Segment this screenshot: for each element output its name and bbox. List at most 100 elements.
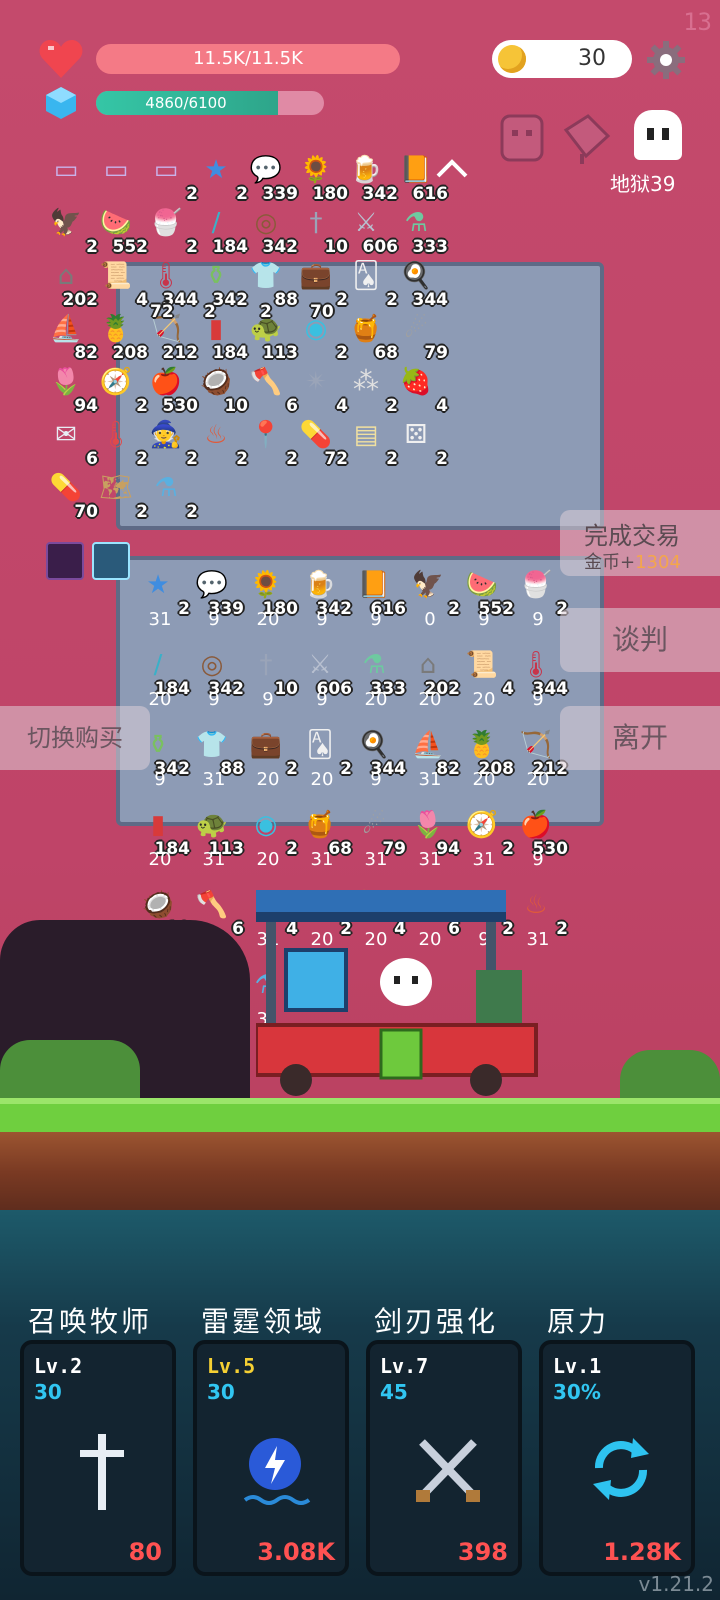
inventory-item[interactable]: 🗺 2 (94, 468, 148, 522)
inventory-item[interactable]: ✉ 6 (44, 415, 98, 469)
inventory-item[interactable]: ✴ 4 (294, 362, 348, 416)
inventory-item[interactable]: ⚗ 333 (394, 203, 448, 257)
item-icon: 🂡 (352, 261, 380, 291)
shop-item[interactable]: 🍺 342 (298, 565, 352, 619)
inventory-item[interactable]: 🍯 68 (344, 309, 398, 363)
inventory-item[interactable]: † 10 (294, 203, 349, 257)
switch-buy-button[interactable]: 切换购买 (0, 706, 150, 770)
inventory-item[interactable]: 📜 4 (94, 256, 148, 310)
shop-item[interactable]: 🂡 2 (298, 725, 352, 779)
inventory-item[interactable]: 🍓 4 (394, 362, 448, 416)
shop-item[interactable]: /184 (136, 645, 190, 699)
negotiate-button[interactable]: 谈判 (560, 608, 720, 672)
light-relic-icon[interactable] (92, 542, 130, 580)
shop-item[interactable]: 🍉 552 (460, 565, 514, 619)
inventory-item[interactable]: 📙 616 (394, 150, 448, 204)
item-icon: ♨ (204, 420, 228, 450)
shop-item[interactable]: ⚗ 333 (352, 645, 406, 699)
inventory-item[interactable]: 🍉 552 (94, 203, 148, 257)
inventory-item[interactable]: 🌡 2 (94, 415, 148, 469)
shop-item[interactable]: ★ 2 (136, 565, 190, 619)
shop-item[interactable]: 🐢 113 (190, 805, 244, 859)
shop-item[interactable]: 🍍 208 (460, 725, 514, 779)
item-icon: 🂡 (306, 730, 334, 760)
inventory-item[interactable]: 🪓 6 (244, 362, 298, 416)
inventory-item[interactable]: 🍺 342 (344, 150, 398, 204)
settings-gear-icon[interactable] (646, 40, 686, 80)
inventory-item[interactable]: 👕 88 (244, 256, 298, 310)
skill-card[interactable]: Lv.2 30 80 (20, 1340, 176, 1576)
shop-item[interactable]: 👕 88 (190, 725, 244, 779)
shop-item[interactable]: ◉ 2 (244, 805, 298, 859)
shop-item[interactable]: 🌡 344 (514, 645, 568, 699)
inventory-item[interactable]: ⌂ 202 (44, 256, 98, 310)
inventory-item[interactable]: ⛵ 82 (44, 309, 98, 363)
inventory-item[interactable]: 🍳 344 (394, 256, 448, 310)
shop-item[interactable]: † 10 (244, 645, 299, 699)
shop-item[interactable]: 🍯 68 (298, 805, 352, 859)
complete-trade-button[interactable]: 完成交易 金币+1304 (560, 510, 720, 576)
dark-relic-icon[interactable] (46, 542, 84, 580)
trade-reward: 金币+1304 (584, 548, 681, 574)
inventory-item[interactable]: 🌻 180 (294, 150, 348, 204)
inventory-item[interactable]: ⚗ 2 (144, 468, 198, 522)
skill-name: 雷霆领域 (201, 1305, 326, 1338)
item-icon: 🪓 (249, 367, 283, 397)
skill-card[interactable]: Lv.5 30 3.08K (193, 1340, 349, 1576)
shop-item[interactable]: ☄ 79 (352, 805, 406, 859)
shop-item[interactable]: 🏹 212 (514, 725, 568, 779)
shop-item[interactable]: 🧭 2 (460, 805, 514, 859)
inventory-item[interactable]: 🌷 94 (44, 362, 98, 416)
inventory-item[interactable]: ▭ (94, 150, 142, 198)
inventory-item[interactable]: 🧙 2 (144, 415, 198, 469)
inventory-item[interactable]: 💬 339 (244, 150, 298, 204)
skill-card[interactable]: Lv.1 30% 1.28K (539, 1340, 695, 1576)
inventory-item[interactable]: ♨ 2 (194, 415, 248, 469)
inventory-item[interactable]: ★ 2 (194, 150, 248, 204)
inventory-item[interactable]: 🍧 2 (144, 203, 198, 257)
item-price: 20 (310, 769, 334, 790)
shop-item[interactable]: ⌂ 202 (406, 645, 460, 699)
shop-item[interactable]: ⚔ 606 (298, 645, 352, 699)
shop-item[interactable]: 💬 339 (190, 565, 244, 619)
inventory-item[interactable]: ▭ 2 (144, 150, 198, 204)
item-count: 4 (436, 396, 448, 416)
leave-button[interactable]: 离开 (560, 706, 720, 770)
item-icon: 🧭 (99, 367, 133, 397)
inventory-item[interactable]: 💊 70 (44, 468, 98, 522)
inventory-item[interactable]: 📍 2 (244, 415, 298, 469)
inventory-item[interactable]: 🂡 2 (344, 256, 398, 310)
inventory-item[interactable]: ⚔ 606 (344, 203, 398, 257)
shop-item[interactable]: 🍧 2 (514, 565, 568, 619)
skill-card[interactable]: Lv.7 45 398 (366, 1340, 522, 1576)
inventory-item[interactable]: 💼 2 (294, 256, 348, 310)
inventory-item[interactable]: 🍍 208 (94, 309, 148, 363)
shop-item[interactable]: 🌷 94 (406, 805, 460, 859)
inventory-item[interactable]: ◎ 342 (244, 203, 298, 257)
inventory-item[interactable]: 🧭 2 (94, 362, 148, 416)
shop-item[interactable]: 💼 2 (244, 725, 298, 779)
shop-item[interactable]: ◎ 342 (190, 645, 244, 699)
shop-item[interactable]: 📜 4 (460, 645, 514, 699)
inventory-item[interactable]: ▭ (44, 150, 92, 198)
inventory-item[interactable]: /184 (194, 203, 248, 257)
shop-item[interactable]: ▮ 184 (136, 805, 190, 859)
inventory-item[interactable]: 💊 72 (294, 415, 348, 469)
shop-item[interactable]: ⛵ 82 (406, 725, 460, 779)
inventory-item[interactable]: 🥥 10 (194, 362, 248, 416)
inventory-item[interactable]: ⚄ 2 (394, 415, 448, 469)
shop-item[interactable]: 📙 616 (352, 565, 406, 619)
shop-item[interactable]: 🍳 344 (352, 725, 406, 779)
inventory-item[interactable]: ⁂ 2 (344, 362, 398, 416)
shop-item[interactable]: 🌻 180 (244, 565, 298, 619)
inventory-item[interactable]: 🍎 530 (144, 362, 198, 416)
inventory-item[interactable]: ⚱ 342 (194, 256, 248, 310)
inventory-item[interactable]: 🦅 2 (44, 203, 98, 257)
shop-item[interactable]: 🍎 530 (514, 805, 568, 859)
inventory-item[interactable]: 🌡 344 (144, 256, 198, 310)
inventory-item[interactable]: ▮ 184 (194, 309, 248, 363)
inventory-item[interactable]: ☄ 79 (394, 309, 448, 363)
inventory-item[interactable]: ▤ 2 (344, 415, 398, 469)
item-icon: 💊 (49, 473, 83, 503)
shop-item[interactable]: 🦅 2 (406, 565, 460, 619)
